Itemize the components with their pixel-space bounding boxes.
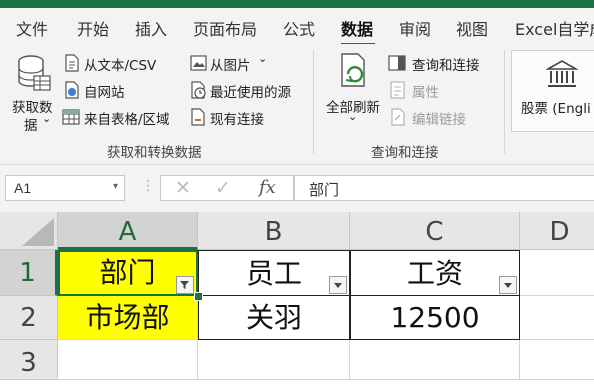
edit-links-button[interactable]: 编辑链接 [388,106,500,128]
group-label-queries: 查询和连接 [371,145,439,161]
cell-b2-text: 关羽 [245,301,302,334]
cell-a3[interactable] [58,340,198,380]
select-all-corner[interactable] [0,212,58,250]
tab-excel-tutorial[interactable]: Excel自学成 [515,16,594,40]
edit-links-label: 编辑链接 [412,112,466,128]
text-file-icon [65,54,79,72]
corner-triangle-icon [22,218,54,246]
clock-file-icon [191,81,206,99]
row-header-2[interactable]: 2 [0,296,58,340]
tab-page-layout[interactable]: 页面布局 [193,16,257,40]
cell-b1-text: 员工 [245,257,302,290]
connections-file-icon [191,108,205,126]
cell-d1[interactable] [520,250,594,296]
from-picture-button[interactable]: 从图片 ⌄ [188,52,308,74]
from-web-button[interactable]: 自网站 [62,79,184,101]
chevron-down-icon: ⌄ [42,112,52,125]
queries-connections-label: 查询和连接 [412,58,480,74]
formula-input[interactable]: 部门 [294,175,594,201]
cell-d2[interactable] [520,296,594,340]
stocks-label: 股票 (Engli [521,101,591,117]
properties-icon [390,81,405,99]
tab-insert[interactable]: 插入 [135,16,167,40]
from-text-csv-label: 从文本/CSV [84,58,157,74]
properties-label: 属性 [412,85,439,101]
queries-pane-icon [388,55,406,71]
filter-dropdown-icon[interactable] [499,276,517,294]
chevron-down-icon: ⌄ [258,52,268,65]
column-header-a[interactable]: A [58,212,198,250]
tab-view[interactable]: 视图 [456,16,488,40]
recent-sources-label: 最近使用的源 [210,85,291,101]
filter-active-icon[interactable] [176,276,194,294]
tab-formulas[interactable]: 公式 [283,16,315,40]
table-icon [62,109,80,125]
cell-c3[interactable] [350,340,520,380]
chevron-down-icon: ⌄ [348,110,358,123]
row-header-1[interactable]: 1 [0,250,58,296]
cell-c1-text: 工资 [406,257,463,290]
cell-c2-text: 12500 [390,301,480,334]
insert-function-icon[interactable]: fx [259,177,276,198]
cell-c1[interactable]: 工资 [350,250,520,296]
cancel-icon[interactable]: ✕ [175,177,191,200]
tab-file[interactable]: 文件 [16,16,48,40]
stocks-data-type-button[interactable]: 股票 (Engli [511,50,594,132]
refresh-icon [341,53,365,87]
column-header-b[interactable]: B [198,212,350,250]
recent-sources-button[interactable]: 最近使用的源 [188,79,308,101]
from-text-csv-button[interactable]: 从文本/CSV [62,52,184,74]
worksheet-grid: A B C D 1 2 3 部门 员工 工资 市场部 关羽 12500 [0,212,594,380]
row-header-3[interactable]: 3 [0,340,58,380]
caret-down-icon: ▾ [112,181,118,192]
cell-a1-text: 部门 [99,256,156,289]
cell-a1[interactable]: 部门 [58,250,198,296]
tab-home[interactable]: 开始 [77,16,109,40]
group-separator [313,50,314,154]
tab-review[interactable]: 审阅 [399,16,431,40]
refresh-all-button[interactable]: 全部刷新 ⌄ [322,48,386,138]
cell-b2[interactable]: 关羽 [198,295,350,340]
existing-connections-label: 现有连接 [210,112,264,128]
ribbon-data-panel: 获取数 据 ⌄ 从文本/CSV 自网站 来自表格/区域 从图片 ⌄ 最近使用的源… [0,44,594,164]
filter-dropdown-icon[interactable] [329,276,347,294]
enter-check-icon[interactable]: ✓ [215,177,231,200]
column-header-c[interactable]: C [350,212,520,250]
bank-icon [546,60,578,87]
name-box[interactable]: A1 ▾ [5,175,125,201]
cell-b3[interactable] [198,340,350,380]
column-header-d[interactable]: D [520,212,594,250]
tab-data[interactable]: 数据 [341,16,373,40]
from-web-label: 自网站 [84,85,125,101]
get-data-label-2: 据 [24,118,38,134]
get-data-button[interactable]: 获取数 据 ⌄ [4,48,60,138]
edit-links-icon [391,108,405,126]
cell-b1[interactable]: 员工 [198,250,350,296]
group-separator [504,50,505,154]
properties-button[interactable]: 属性 [388,79,500,101]
from-table-button[interactable]: 来自表格/区域 [62,106,184,128]
name-box-value: A1 [14,180,32,196]
grip-dots-icon: ⋮ [141,177,155,193]
window-top-strip [0,0,594,8]
cell-c2[interactable]: 12500 [350,295,520,340]
formula-bar: A1 ▾ ⋮ ✕ ✓ fx 部门 [0,164,594,213]
database-icon [18,55,51,91]
cell-a2[interactable]: 市场部 [58,296,198,340]
web-page-icon [65,81,79,99]
fill-handle[interactable] [194,292,203,301]
from-picture-label: 从图片 [210,58,251,74]
existing-connections-button[interactable]: 现有连接 [188,106,308,128]
formula-buttons: ✕ ✓ fx [160,175,294,201]
queries-connections-button[interactable]: 查询和连接 [388,52,500,74]
ribbon-tabs: 文件 开始 插入 页面布局 公式 数据 审阅 视图 Excel自学成 [0,8,594,46]
cell-d3[interactable] [520,340,594,380]
cell-a2-text: 市场部 [85,301,170,334]
group-label-get-transform: 获取和转换数据 [107,145,202,161]
formula-text: 部门 [309,181,340,199]
from-table-label: 来自表格/区域 [84,112,170,128]
picture-icon [190,55,207,71]
